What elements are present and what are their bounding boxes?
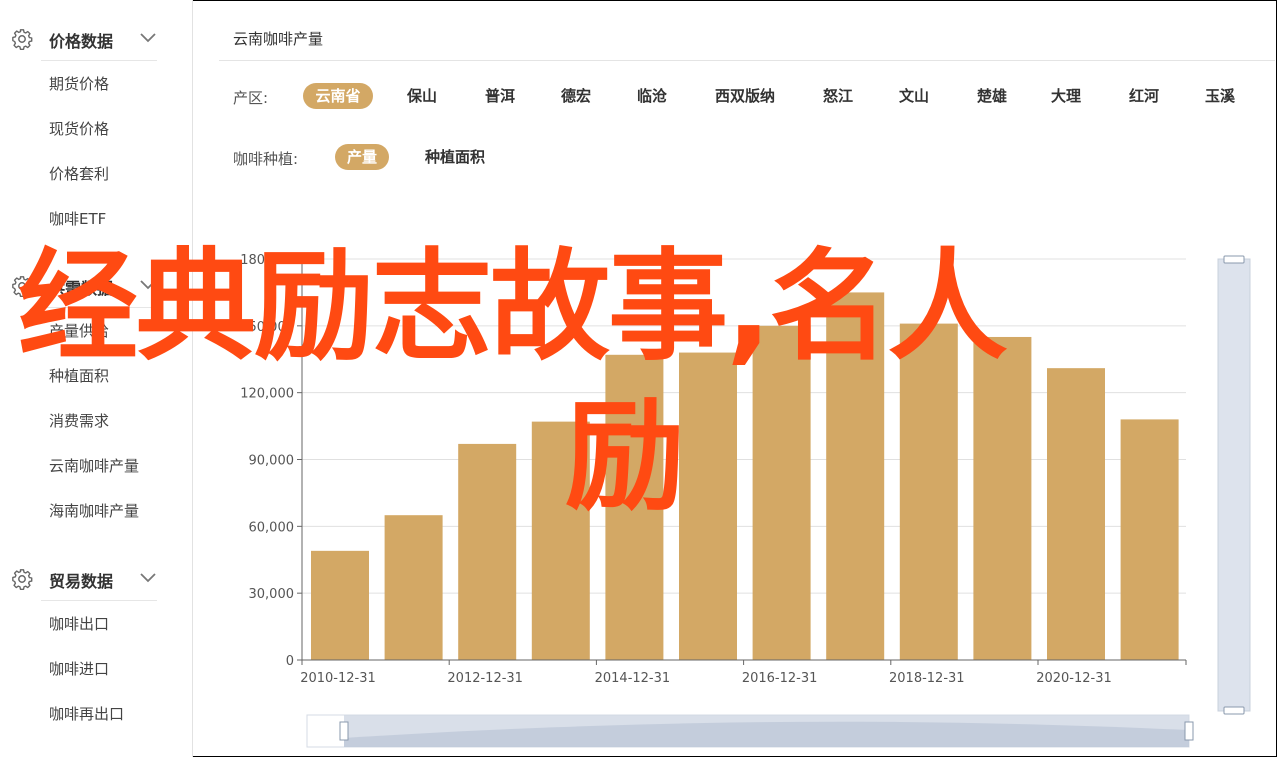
x-tick-label: 2010-12-31 [300,671,376,686]
bar[interactable] [458,443,517,660]
slider-handle-bottom[interactable] [1223,706,1245,715]
slider-handle-top[interactable] [1223,255,1245,264]
y-tick-label: 0 [286,654,294,669]
y-tick-label: 60,000 [249,520,295,535]
bar[interactable] [1047,368,1105,660]
production-bar-chart: 030,00060,00090,000120,000150,000180,000… [240,253,1251,748]
y-tick-label: 30,000 [249,587,295,602]
x-tick-label: 2012-12-31 [447,671,523,686]
zoom-handle-left[interactable] [339,721,349,741]
y-tick-label: 120,000 [240,387,294,402]
y-tick-label: 90,000 [249,454,295,469]
bar[interactable] [679,352,737,660]
bar[interactable] [973,336,1032,660]
overlay-title-line2: 励 [565,388,685,527]
x-tick-label: 2016-12-31 [742,671,818,686]
bar[interactable] [311,550,369,660]
zoom-handle-right[interactable] [1184,721,1194,741]
overlay-title-line1: 经典励志故事,名人 [18,238,1008,377]
x-tick-label: 2014-12-31 [595,671,671,686]
bar[interactable] [1120,419,1179,660]
x-tick-label: 2020-12-31 [1036,671,1112,686]
vertical-zoom-slider[interactable] [1217,258,1251,712]
x-tick-label: 2018-12-31 [889,671,965,686]
bar[interactable] [384,515,443,660]
